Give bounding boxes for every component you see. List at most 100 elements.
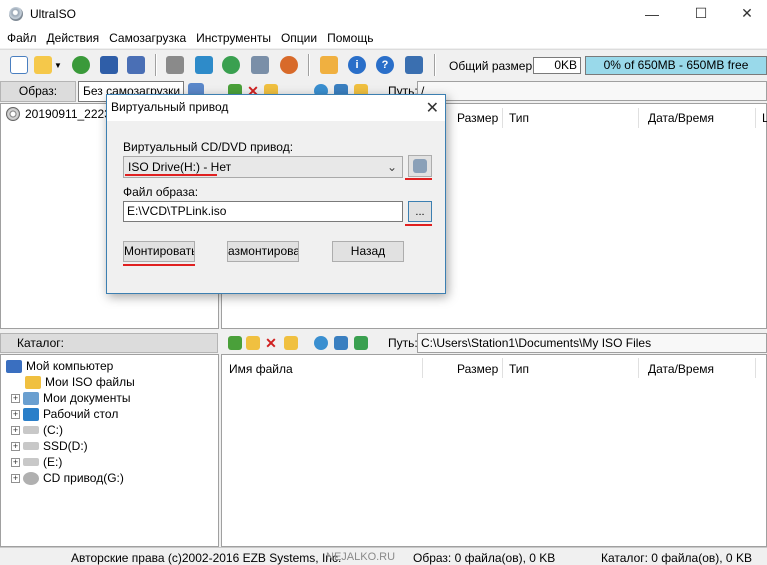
menu-help[interactable]: Помощь bbox=[322, 31, 378, 45]
upper-col-extra[interactable]: L bbox=[762, 111, 767, 125]
tree-desktop[interactable]: + Рабочий стол bbox=[11, 407, 118, 421]
upper-col-type[interactable]: Тип bbox=[509, 111, 529, 125]
mount-icon[interactable] bbox=[280, 56, 298, 74]
drive-underline bbox=[125, 174, 217, 176]
dialog-title: Виртуальный привод bbox=[111, 100, 229, 114]
tree-drive-c[interactable]: + (C:) bbox=[11, 423, 63, 437]
upper-col-size[interactable]: Размер bbox=[457, 111, 498, 125]
total-size-value: 0KB bbox=[533, 57, 581, 74]
drive-settings-icon bbox=[413, 159, 427, 173]
mount-button[interactable]: Монтировать bbox=[123, 241, 195, 262]
catalog-up-icon[interactable] bbox=[228, 336, 242, 350]
drive-icon bbox=[23, 426, 39, 434]
menu-file[interactable]: Файл bbox=[2, 31, 42, 45]
drive-settings-button[interactable] bbox=[408, 155, 432, 177]
drive-select-value: ISO Drive(H:) - Нет bbox=[128, 160, 232, 174]
app-disc-icon bbox=[9, 6, 23, 21]
tree-my-iso-files-label: Мои ISO файлы bbox=[45, 375, 135, 389]
lower-col-date[interactable]: Дата/Время bbox=[648, 362, 714, 376]
extract-icon[interactable] bbox=[72, 56, 90, 74]
browse-button[interactable]: ... bbox=[408, 201, 432, 222]
tree-drive-c-label: (C:) bbox=[43, 423, 63, 437]
toolbar: ▼ i ? Общий размер: 0KB 0% of 650MB - 65… bbox=[0, 49, 767, 80]
column-divider bbox=[755, 108, 756, 128]
open-icon[interactable] bbox=[34, 56, 52, 74]
lower-col-name[interactable]: Имя файла bbox=[229, 362, 293, 376]
image-path-value[interactable]: / bbox=[417, 81, 767, 101]
catalog-delete-icon[interactable]: ✕ bbox=[264, 335, 278, 351]
catalog-tree: Мой компьютер Мои ISO файлы + Мои докуме… bbox=[0, 354, 219, 547]
properties-icon[interactable] bbox=[320, 56, 338, 74]
tree-my-iso-files[interactable]: Мои ISO файлы bbox=[25, 375, 135, 389]
title-bar: UltraISO — ☐ ✕ bbox=[0, 0, 767, 27]
expand-icon[interactable]: + bbox=[11, 441, 20, 451]
expand-icon[interactable]: + bbox=[11, 473, 20, 483]
column-divider bbox=[502, 108, 503, 128]
total-size-label: Общий размер: bbox=[449, 59, 536, 73]
tree-drive-d[interactable]: + SSD(D:) bbox=[11, 439, 88, 453]
minimize-button[interactable]: — bbox=[629, 0, 675, 27]
tree-my-documents[interactable]: + Мои документы bbox=[11, 391, 130, 405]
open-dropdown-icon[interactable]: ▼ bbox=[53, 56, 63, 74]
expand-icon[interactable]: + bbox=[11, 393, 20, 403]
lower-col-type[interactable]: Тип bbox=[509, 362, 529, 376]
menu-options[interactable]: Опции bbox=[276, 31, 322, 45]
catalog-label: Каталог: bbox=[0, 333, 218, 353]
iso-folder-icon bbox=[25, 375, 41, 389]
drive-label: Виртуальный CD/DVD привод: bbox=[123, 140, 294, 154]
catalog-settings-icon[interactable] bbox=[334, 336, 348, 350]
dialog-title-bar: Виртуальный привод ✕ bbox=[107, 95, 445, 121]
copyright-text: Авторские права (c)2002-2016 EZB Systems… bbox=[71, 551, 342, 565]
computer-icon bbox=[6, 359, 22, 373]
help-icon[interactable]: ? bbox=[376, 56, 394, 74]
tree-drive-g[interactable]: + CD привод(G:) bbox=[11, 471, 124, 485]
make-image-icon[interactable] bbox=[195, 56, 213, 74]
tree-my-computer[interactable]: Мой компьютер bbox=[6, 359, 113, 373]
tree-desktop-label: Рабочий стол bbox=[43, 407, 119, 421]
back-button[interactable]: Назад bbox=[332, 241, 404, 262]
column-divider bbox=[422, 358, 423, 378]
watermark-text: NEJALKO.RU bbox=[326, 551, 396, 563]
browse-underline bbox=[405, 224, 432, 226]
expand-icon[interactable]: + bbox=[11, 457, 20, 467]
menu-tools[interactable]: Инструменты bbox=[191, 31, 276, 45]
column-divider bbox=[638, 358, 639, 378]
burn-icon[interactable] bbox=[251, 56, 269, 74]
expand-icon[interactable]: + bbox=[11, 409, 20, 419]
catalog-status: Каталог: 0 файла(ов), 0 KB bbox=[601, 551, 752, 565]
save-icon[interactable] bbox=[100, 56, 118, 74]
catalog-path-value[interactable]: C:\Users\Station1\Documents\My ISO Files bbox=[417, 333, 767, 353]
lower-col-size[interactable]: Размер bbox=[457, 362, 498, 376]
info-icon[interactable]: i bbox=[348, 56, 366, 74]
image-tree-root[interactable]: 20190911_2223 bbox=[6, 107, 111, 121]
save-as-icon[interactable] bbox=[127, 56, 145, 74]
unmount-button[interactable]: азмонтирова bbox=[227, 241, 299, 262]
catalog-file-list bbox=[221, 354, 767, 547]
menu-bootable[interactable]: Самозагрузка bbox=[104, 31, 191, 45]
catalog-new-folder-icon[interactable] bbox=[246, 336, 260, 350]
new-icon[interactable] bbox=[10, 56, 28, 74]
maximize-button[interactable]: ☐ bbox=[678, 0, 724, 27]
column-divider bbox=[755, 358, 756, 378]
cd-drive-icon bbox=[23, 471, 39, 485]
toolbar-separator bbox=[308, 54, 310, 76]
dialog-close-icon[interactable]: ✕ bbox=[426, 97, 439, 121]
catalog-view-icon[interactable] bbox=[354, 336, 368, 350]
image-file-input[interactable]: E:\VCD\TPLink.iso bbox=[123, 201, 403, 222]
expand-icon[interactable]: + bbox=[11, 425, 20, 435]
drive-icon bbox=[23, 458, 39, 466]
compress-icon[interactable] bbox=[222, 56, 240, 74]
image-tree-root-label: 20190911_2223 bbox=[25, 107, 111, 121]
upper-col-date[interactable]: Дата/Время bbox=[648, 111, 714, 125]
tree-drive-e[interactable]: + (E:) bbox=[11, 455, 62, 469]
menu-actions[interactable]: Действия bbox=[42, 31, 105, 45]
catalog-refresh-icon[interactable] bbox=[314, 336, 328, 350]
mount-underline bbox=[123, 264, 195, 266]
status-bar: Авторские права (c)2002-2016 EZB Systems… bbox=[0, 547, 767, 565]
close-button[interactable]: ✕ bbox=[724, 0, 767, 27]
tree-my-documents-label: Мои документы bbox=[43, 391, 131, 405]
exit-icon[interactable] bbox=[405, 56, 423, 74]
toolbar-separator bbox=[155, 54, 157, 76]
make-cd-icon[interactable] bbox=[166, 56, 184, 74]
catalog-folder-icon[interactable] bbox=[284, 336, 298, 350]
